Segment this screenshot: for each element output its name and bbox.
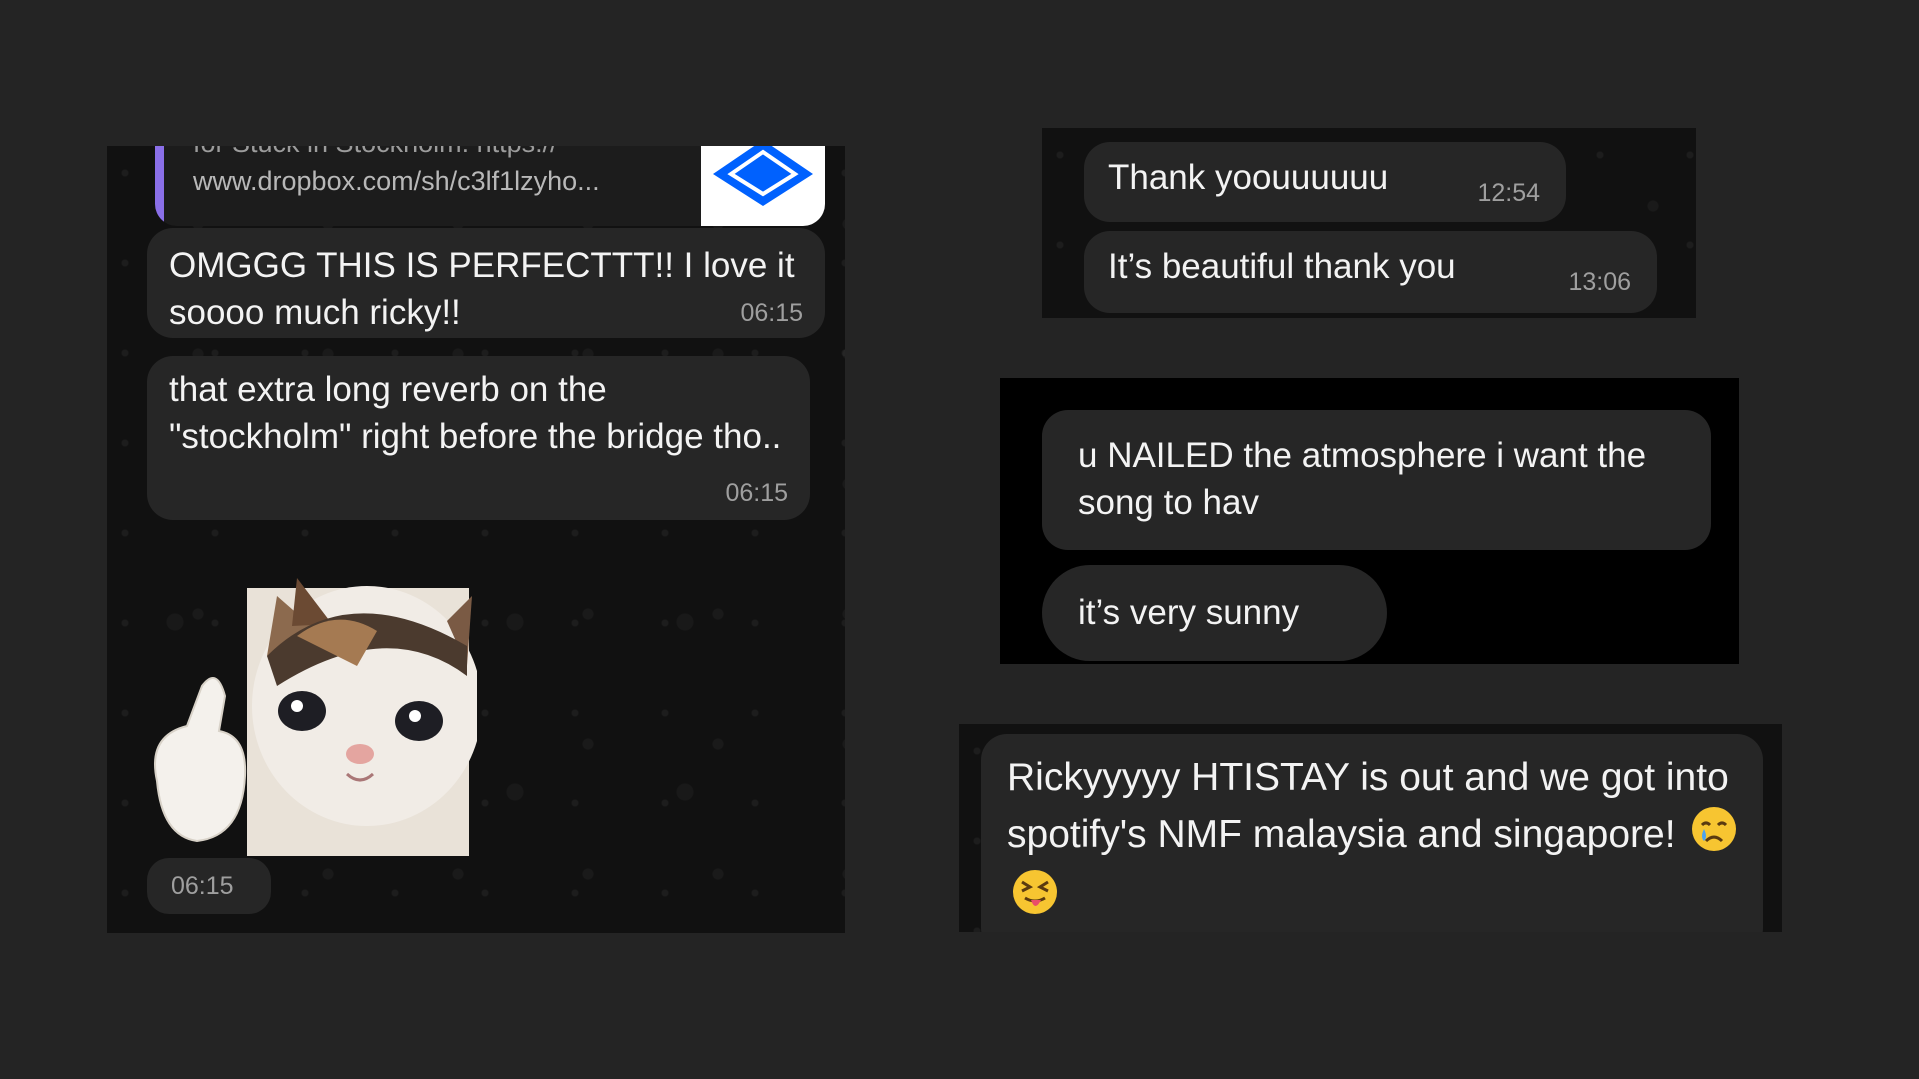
link-preview-card[interactable]: for Stuck in Stockholm: https:// www.dro… xyxy=(155,146,825,226)
message-text: OMGGG THIS IS PERFECTTT!! I love it sooo… xyxy=(169,246,795,332)
message-bubble[interactable]: it’s very sunny xyxy=(1042,565,1387,661)
message-text: Thank yoouuuuuu xyxy=(1108,158,1389,197)
dropbox-logo-icon xyxy=(701,146,825,226)
message-text: that extra long reverb on the "stockholm… xyxy=(169,370,782,456)
cat-thumbs-up-sticker[interactable] xyxy=(147,536,482,856)
message-bubble[interactable]: It’s beautiful thank you 13:06 xyxy=(1084,231,1657,313)
message-text: Rickyyyyy HTISTAY is out and we got into… xyxy=(1007,756,1729,856)
chat-panel-3: u NAILED the atmosphere i want the song … xyxy=(1000,378,1739,664)
message-timestamp: 06:15 xyxy=(171,872,234,900)
message-bubble[interactable]: Thank yoouuuuuu 12:54 xyxy=(1084,142,1566,222)
message-bubble[interactable]: Rickyyyyy HTISTAY is out and we got into… xyxy=(981,734,1763,932)
message-timestamp: 13:06 xyxy=(1568,268,1631,296)
timestamp-pill: 06:15 xyxy=(147,858,271,914)
message-bubble[interactable]: that extra long reverb on the "stockholm… xyxy=(147,356,810,520)
chat-panel-4: Rickyyyyy HTISTAY is out and we got into… xyxy=(959,724,1782,932)
quote-accent-bar xyxy=(155,146,164,226)
link-preview-url[interactable]: www.dropbox.com/sh/c3lf1lzyho... xyxy=(193,164,600,198)
message-text: it’s very sunny xyxy=(1078,593,1300,632)
crying-face-emoji-icon xyxy=(1690,805,1738,868)
message-bubble[interactable]: OMGGG THIS IS PERFECTTT!! I love it sooo… xyxy=(147,228,825,338)
chat-panel-2: Thank yoouuuuuu 12:54 It’s beautiful tha… xyxy=(1042,128,1696,318)
chat-panel-1: for Stuck in Stockholm: https:// www.dro… xyxy=(107,146,845,933)
message-bubble[interactable]: u NAILED the atmosphere i want the song … xyxy=(1042,410,1711,550)
message-text: It’s beautiful thank you xyxy=(1108,247,1456,286)
squinting-tongue-face-emoji-icon xyxy=(1011,868,1059,931)
link-preview-text: for Stuck in Stockholm: https:// xyxy=(193,146,558,159)
message-text: u NAILED the atmosphere i want the song … xyxy=(1078,436,1647,522)
message-timestamp: 06:15 xyxy=(725,479,788,507)
message-timestamp: 12:54 xyxy=(1477,179,1540,207)
message-timestamp: 06:15 xyxy=(740,299,803,327)
